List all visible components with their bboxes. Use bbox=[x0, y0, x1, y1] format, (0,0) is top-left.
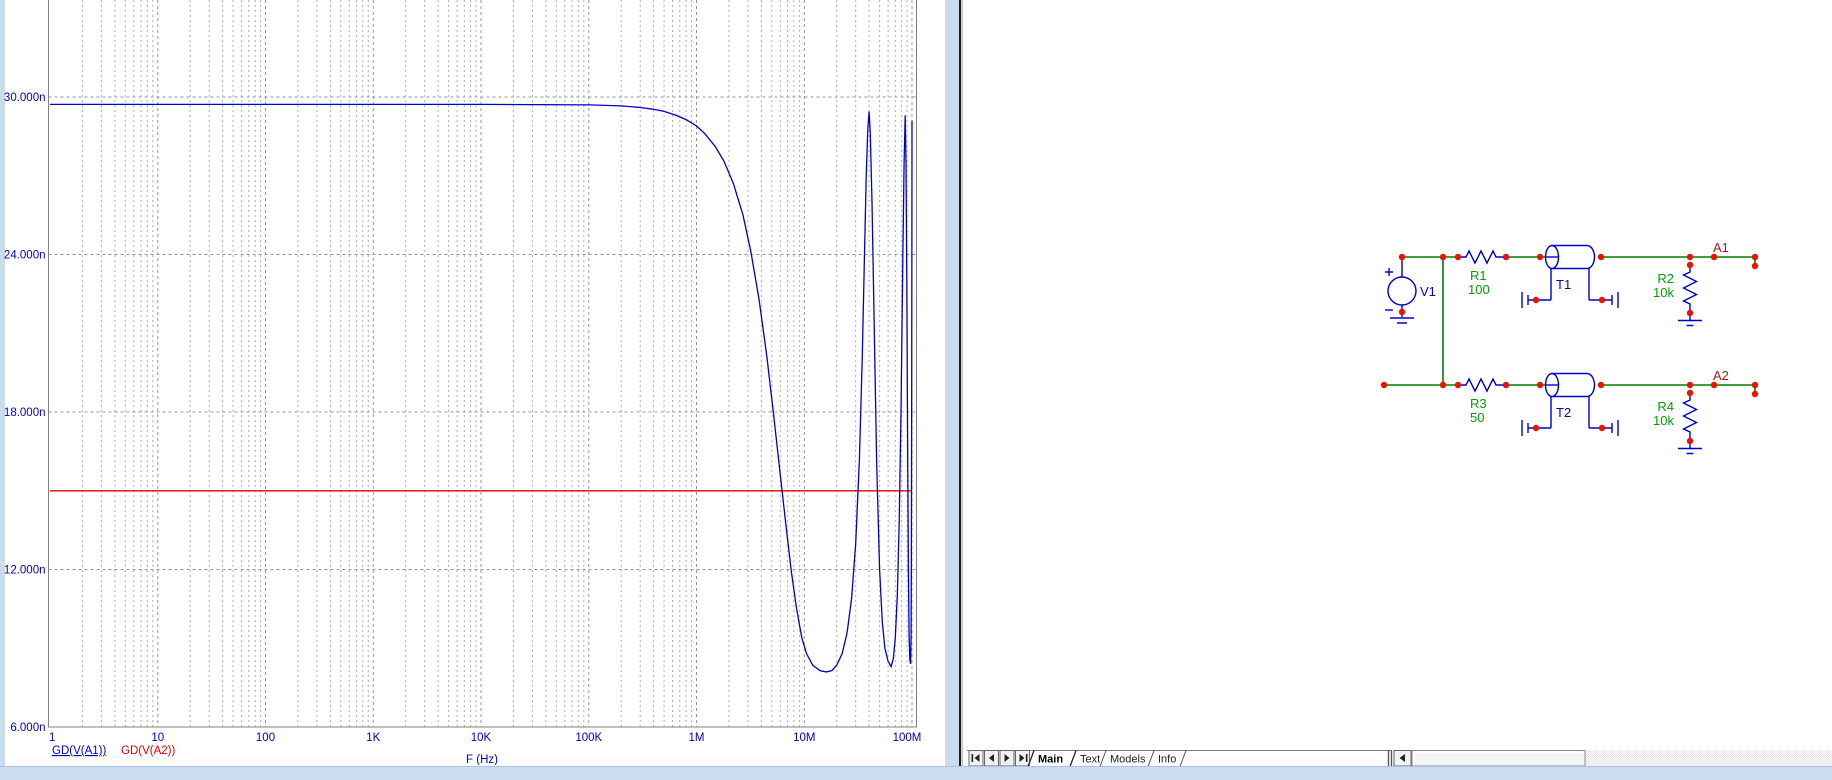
scrollbar-track[interactable] bbox=[1585, 750, 1832, 767]
resistor-r3[interactable] bbox=[1458, 377, 1506, 393]
x-tick-label: 1M bbox=[689, 732, 705, 744]
status-strip bbox=[0, 766, 1832, 780]
x-axis-title: F (Hz) bbox=[466, 754, 498, 765]
h-scrollbar bbox=[1393, 750, 1832, 767]
x-tick-label: 10 bbox=[151, 732, 164, 744]
y-tick-label: 18.000n bbox=[4, 407, 46, 419]
value-r4[interactable]: 10k bbox=[1653, 413, 1674, 428]
tab-main[interactable]: Main bbox=[1038, 754, 1063, 766]
major-gridlines bbox=[48, 0, 917, 727]
y-tick-label: 12.000n bbox=[4, 565, 46, 577]
plus-sign bbox=[1385, 268, 1393, 276]
tab-info[interactable]: Info bbox=[1158, 754, 1176, 766]
minor-gridlines bbox=[81, 0, 908, 727]
wire-bottom[interactable] bbox=[1384, 384, 1756, 394]
resistor-r2[interactable] bbox=[1678, 265, 1702, 327]
scroll-left-button[interactable] bbox=[1393, 750, 1412, 767]
label-t1[interactable]: T1 bbox=[1556, 277, 1571, 292]
label-t2[interactable]: T2 bbox=[1556, 405, 1571, 420]
y-tick-label: 24.000n bbox=[4, 250, 46, 262]
tab-scroll-next-button[interactable] bbox=[999, 750, 1015, 767]
wire-top[interactable] bbox=[1402, 256, 1756, 266]
x-tick-label: 1K bbox=[366, 732, 380, 744]
ground-symbol bbox=[1390, 317, 1414, 324]
value-r1[interactable]: 100 bbox=[1468, 282, 1490, 297]
x-tick-label: 10K bbox=[471, 732, 492, 744]
scrollbar-thumb[interactable] bbox=[1411, 750, 1586, 767]
tab-scroll-first-button[interactable] bbox=[968, 750, 984, 767]
resistor-r4[interactable] bbox=[1678, 393, 1702, 455]
x-tick-label: 10M bbox=[793, 732, 815, 744]
label-r3[interactable]: R3 bbox=[1470, 396, 1487, 411]
tab-scroll-prev-button[interactable] bbox=[984, 750, 999, 767]
x-tick-label: 100M bbox=[893, 732, 922, 744]
node-label-a2[interactable]: A2 bbox=[1713, 368, 1729, 383]
tab-models[interactable]: Models bbox=[1110, 754, 1146, 766]
label-r4[interactable]: R4 bbox=[1657, 399, 1674, 414]
group-delay-chart[interactable]: 30.000n 24.000n 18.000n 12.000n 6.000n 1 10 100… bbox=[0, 0, 945, 765]
legend-gd-v-a2[interactable]: GD(V(A2)) bbox=[121, 745, 175, 757]
value-r3[interactable]: 50 bbox=[1470, 410, 1484, 425]
tab-text[interactable]: Text bbox=[1080, 754, 1100, 766]
legend-gd-v-a1[interactable]: GD(V(A1)) bbox=[52, 745, 106, 757]
schematic-canvas[interactable]: V1 R1 100 T1 R2 10k A1 R3 50 T2 R4 10k A… bbox=[965, 0, 1832, 747]
first-bar-icon bbox=[971, 754, 974, 762]
label-r1[interactable]: R1 bbox=[1470, 268, 1487, 283]
tab-nav-buttons bbox=[968, 750, 1030, 767]
window-border bbox=[959, 0, 961, 766]
label-r2[interactable]: R2 bbox=[1657, 271, 1674, 286]
last-bar-icon bbox=[1025, 754, 1028, 762]
plot-frame bbox=[48, 0, 917, 728]
value-r2[interactable]: 10k bbox=[1653, 285, 1674, 300]
sheet-tabs: Main Text Models Info bbox=[1027, 750, 1187, 767]
node-label-a1[interactable]: A1 bbox=[1713, 240, 1729, 255]
curve-gd-v-a1-[interactable] bbox=[50, 103, 913, 673]
x-tick-label: 100K bbox=[575, 732, 602, 744]
source-circle[interactable] bbox=[1387, 276, 1417, 306]
tab-splitter-handle[interactable] bbox=[1387, 750, 1393, 767]
label-v1[interactable]: V1 bbox=[1420, 284, 1436, 299]
tab-scroll-last-button[interactable] bbox=[1015, 750, 1030, 767]
x-tick-label: 1 bbox=[49, 732, 55, 744]
resistor-r1[interactable] bbox=[1458, 249, 1506, 265]
x-tick-label: 100 bbox=[256, 732, 275, 744]
y-tick-label: 30.000n bbox=[4, 92, 46, 104]
y-tick-label: 6.000n bbox=[10, 722, 45, 734]
